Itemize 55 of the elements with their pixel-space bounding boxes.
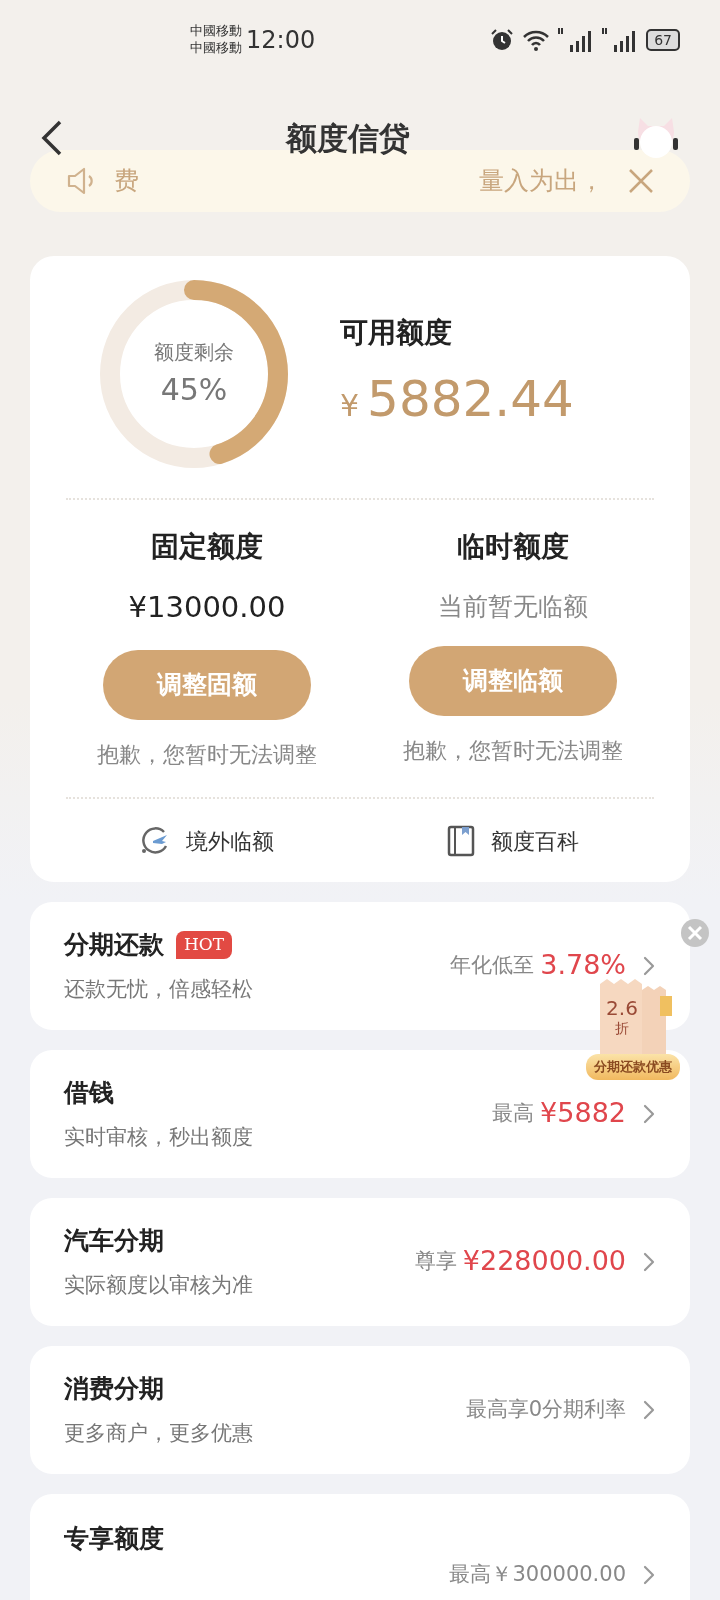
clock-time: 12:00 [246, 25, 316, 56]
hot-badge: HOT [176, 931, 233, 959]
carrier-name: 中國移動 [190, 40, 242, 57]
notice-text: 量入为出， [479, 165, 604, 198]
highlight-value: ¥5882 [540, 1096, 626, 1131]
chevron-right-icon [642, 1563, 656, 1586]
limit-amount: ¥13000.00 [128, 589, 286, 626]
rate-label: 最高享0分期利率 [465, 1395, 626, 1423]
product-card[interactable]: 专享额度 最高￥300000.00 [30, 1493, 690, 1600]
book-icon [447, 825, 475, 857]
product-card[interactable]: 消费分期 更多商户，更多优惠 最高享0分期利率 [30, 1345, 690, 1474]
product-card[interactable]: 汽车分期 实际额度以审核为准 尊享 ¥228000.00 [30, 1197, 690, 1326]
product-title: 借钱 [64, 1077, 114, 1109]
product-title: 专享额度 [64, 1522, 164, 1555]
column-title: 固定额度 [151, 529, 263, 565]
alarm-icon [490, 28, 515, 52]
column-title: 临时额度 [457, 529, 569, 565]
ring-percent: 45% [160, 370, 228, 409]
product-subtitle: 更多商户，更多优惠 [64, 1419, 253, 1447]
page-title: 额度信贷 [286, 118, 410, 158]
wifi-icon [522, 28, 551, 52]
chevron-right-icon [642, 1398, 656, 1421]
back-button[interactable] [40, 119, 64, 157]
rate-label: 尊享 [414, 1247, 457, 1275]
product-subtitle: 实时审核，秒出额度 [64, 1123, 253, 1151]
chevron-right-icon [642, 954, 656, 977]
notice-text: 费 [114, 165, 139, 198]
product-title: 汽车分期 [64, 1225, 164, 1257]
plane-icon [140, 826, 170, 856]
close-button[interactable] [680, 918, 710, 948]
battery-icon: 67 [646, 29, 680, 51]
available-label: 可用额度 [340, 314, 453, 351]
chevron-right-icon [642, 1102, 656, 1125]
product-subtitle: 实际额度以审核为准 [64, 1271, 253, 1299]
chevron-right-icon [642, 1250, 656, 1273]
product-title: 消费分期 [64, 1373, 164, 1405]
ring-label: 额度剩余 [154, 338, 234, 366]
rate-label: 年化低至 [450, 951, 535, 979]
carrier-name: 中國移動 [190, 23, 242, 40]
notice-text: 抱歉，您暂时无法调整 [403, 736, 623, 765]
currency-sign: ¥ [340, 386, 360, 425]
close-button[interactable] [628, 168, 654, 194]
highlight-value: 3.78% [540, 948, 626, 983]
quick-link[interactable]: 境外临额 [140, 824, 274, 858]
rate-label: 最高 [492, 1099, 535, 1127]
discount-value: 2.6 [605, 998, 639, 1018]
rate-label: 最高￥300000.00 [449, 1560, 626, 1588]
product-title: 分期还款 [64, 929, 164, 961]
product-subtitle: 还款无忧，倍感轻松 [64, 975, 253, 1003]
quick-link[interactable]: 额度百科 [447, 824, 579, 858]
notice-text: 抱歉，您暂时无法调整 [97, 740, 317, 769]
highlight-value: ¥228000.00 [462, 1244, 626, 1279]
limit-hint: 当前暂无临额 [438, 591, 588, 623]
promo-tag[interactable]: 分期还款优惠 [586, 1054, 680, 1080]
available-amount: 5882.44 [367, 368, 574, 430]
